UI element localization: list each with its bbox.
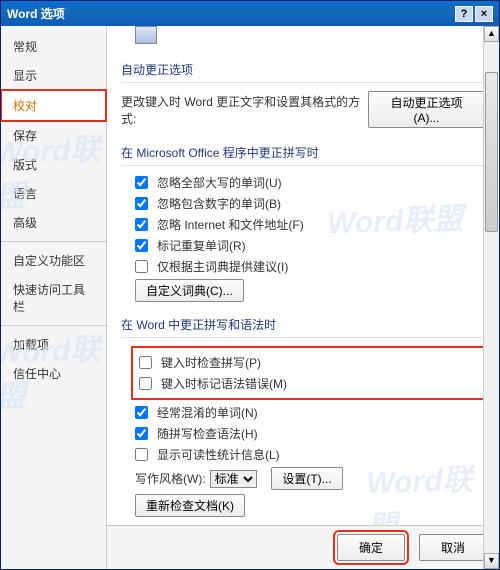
sidebar-item-advanced[interactable]: 高级: [1, 208, 106, 237]
recheck-row: 重新检查文档(K): [135, 494, 485, 517]
opt-readability-stats: 显示可读性统计信息(L): [135, 446, 485, 463]
label-ignore-numbers: 忽略包含数字的单词(B): [157, 195, 281, 212]
sidebar-item-display[interactable]: 显示: [1, 61, 106, 90]
highlighted-options-box: 键入时检查拼写(P) 键入时标记语法错误(M): [131, 346, 485, 400]
recheck-document-button[interactable]: 重新检查文档(K): [135, 494, 245, 517]
word-options-window: Word 选项 ? × Word联盟 Word联盟 常规 显示 校对 保存 版式…: [0, 0, 500, 570]
scroll-down-button[interactable]: ▼: [484, 553, 499, 569]
sidebar-item-addins[interactable]: 加载项: [1, 330, 106, 359]
sidebar-item-language[interactable]: 语言: [1, 179, 106, 208]
writing-style-label: 写作风格(W):: [135, 470, 206, 487]
vertical-scrollbar[interactable]: ▲ ▼: [483, 26, 499, 569]
opt-mark-grammar: 键入时标记语法错误(M): [139, 375, 481, 392]
scroll-track[interactable]: [484, 42, 499, 553]
label-check-spelling: 键入时检查拼写(P): [161, 354, 261, 371]
sidebar-item-trust-center[interactable]: 信任中心: [1, 359, 106, 388]
opt-ignore-internet: 忽略 Internet 和文件地址(F): [135, 216, 485, 233]
sidebar-separator: [1, 325, 106, 326]
section-header-autocorrect: 自动更正选项: [121, 51, 485, 83]
opt-check-spelling: 键入时检查拼写(P): [139, 354, 481, 371]
opt-grammar-with-spell: 随拼写检查语法(H): [135, 425, 485, 442]
scroll-area: Word联盟 Word联盟 自动更正选项 更改键入时 Word 更正文字和设置其…: [107, 26, 499, 525]
opt-ignore-numbers: 忽略包含数字的单词(B): [135, 195, 485, 212]
label-confused-words: 经常混淆的单词(N): [157, 404, 258, 421]
custom-dictionaries-button[interactable]: 自定义词典(C)...: [135, 279, 244, 302]
checkbox-check-spelling[interactable]: [139, 356, 152, 369]
sidebar-item-quick-access[interactable]: 快速访问工具栏: [1, 275, 106, 321]
checkbox-ignore-uppercase[interactable]: [135, 176, 148, 189]
section-header-word: 在 Word 中更正拼写和语法时: [121, 306, 485, 338]
label-ignore-internet: 忽略 Internet 和文件地址(F): [157, 216, 304, 233]
checkbox-mark-grammar[interactable]: [139, 377, 152, 390]
label-readability-stats: 显示可读性统计信息(L): [157, 446, 280, 463]
footer: 确定 取消: [107, 525, 499, 569]
sidebar-item-customize-ribbon[interactable]: 自定义功能区: [1, 246, 106, 275]
titlebar: Word 选项 ? ×: [1, 1, 499, 26]
close-button[interactable]: ×: [475, 6, 493, 22]
image-icon: [135, 26, 157, 44]
help-button[interactable]: ?: [455, 6, 473, 22]
settings-button[interactable]: 设置(T)...: [271, 467, 342, 490]
section-header-exceptions: 例外项(X): W 网站金字塔结构.docx: [121, 521, 485, 525]
scroll-up-button[interactable]: ▲: [484, 26, 499, 42]
label-flag-repeated: 标记重复单词(R): [157, 237, 246, 254]
label-main-dict-only: 仅根据主词典提供建议(I): [157, 258, 288, 275]
cancel-button[interactable]: 取消: [419, 534, 487, 561]
writing-style-select[interactable]: 标准: [210, 470, 257, 488]
label-grammar-with-spell: 随拼写检查语法(H): [157, 425, 258, 442]
opt-main-dict-only: 仅根据主词典提供建议(I): [135, 258, 485, 275]
sidebar-separator: [1, 241, 106, 242]
body: Word联盟 Word联盟 常规 显示 校对 保存 版式 语言 高级 自定义功能…: [1, 26, 499, 569]
checkbox-ignore-numbers[interactable]: [135, 197, 148, 210]
window-controls: ? ×: [455, 6, 493, 22]
checkbox-main-dict-only[interactable]: [135, 260, 148, 273]
sidebar-item-save[interactable]: 保存: [1, 121, 106, 150]
checkbox-grammar-with-spell[interactable]: [135, 427, 148, 440]
checkbox-flag-repeated[interactable]: [135, 239, 148, 252]
section-header-office: 在 Microsoft Office 程序中更正拼写时: [121, 134, 485, 166]
label-ignore-uppercase: 忽略全部大写的单词(U): [157, 174, 282, 191]
label-mark-grammar: 键入时标记语法错误(M): [161, 375, 287, 392]
content: Word联盟 Word联盟 自动更正选项 更改键入时 Word 更正文字和设置其…: [107, 26, 499, 569]
autocorrect-intro: 更改键入时 Word 更正文字和设置其格式的方式:: [121, 93, 368, 127]
sidebar-item-proofing[interactable]: 校对: [1, 90, 106, 121]
sidebar: Word联盟 Word联盟 常规 显示 校对 保存 版式 语言 高级 自定义功能…: [1, 26, 107, 569]
autocorrect-row: 更改键入时 Word 更正文字和设置其格式的方式: 自动更正选项(A)...: [121, 91, 485, 128]
opt-flag-repeated: 标记重复单词(R): [135, 237, 485, 254]
writing-style-row: 写作风格(W): 标准 设置(T)...: [135, 467, 485, 490]
custom-dict-row: 自定义词典(C)...: [135, 279, 485, 302]
sidebar-item-layout[interactable]: 版式: [1, 150, 106, 179]
checkbox-readability-stats[interactable]: [135, 448, 148, 461]
checkbox-ignore-internet[interactable]: [135, 218, 148, 231]
opt-confused-words: 经常混淆的单词(N): [135, 404, 485, 421]
checkbox-confused-words[interactable]: [135, 406, 148, 419]
autocorrect-options-button[interactable]: 自动更正选项(A)...: [368, 91, 485, 128]
scroll-thumb[interactable]: [485, 72, 498, 232]
ok-button[interactable]: 确定: [337, 534, 405, 561]
opt-ignore-uppercase: 忽略全部大写的单词(U): [135, 174, 485, 191]
window-title: Word 选项: [7, 5, 65, 22]
sidebar-item-general[interactable]: 常规: [1, 32, 106, 61]
